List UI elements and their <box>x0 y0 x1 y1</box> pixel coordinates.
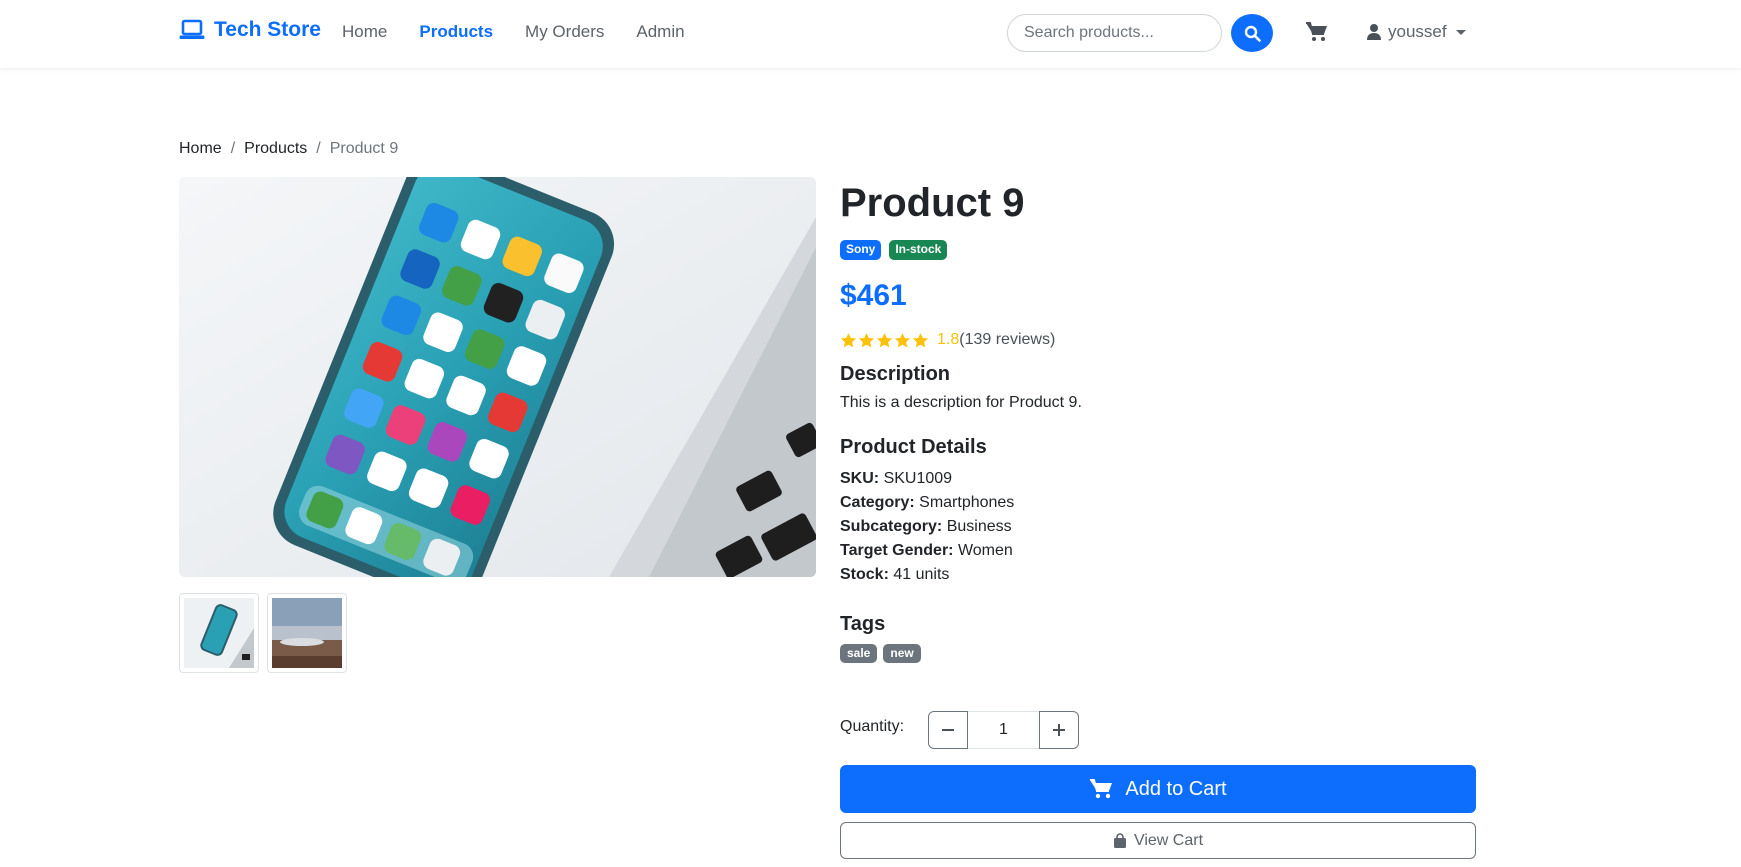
cart-icon <box>1306 22 1327 41</box>
detail-row-category: Category: Smartphones <box>840 491 1476 515</box>
description-heading: Description <box>840 363 951 385</box>
brand-name: Tech Store <box>214 18 321 41</box>
nav-link-my-orders[interactable]: My Orders <box>525 22 604 42</box>
detail-value: Women <box>957 542 1013 559</box>
nav-link-admin[interactable]: Admin <box>636 22 684 42</box>
breadcrumb-separator: / <box>316 140 321 157</box>
detail-value: SKU1009 <box>883 470 953 487</box>
brand-badge: Sony <box>840 240 882 260</box>
nav-cart-button[interactable] <box>1305 20 1329 44</box>
minus-icon <box>942 729 954 731</box>
breadcrumb: Home / Products / Product 9 <box>179 140 398 158</box>
tags-heading: Tags <box>840 613 886 635</box>
breadcrumb-current: Product 9 <box>329 140 399 157</box>
detail-row-target-gender: Target Gender: Women <box>840 539 1476 563</box>
breadcrumb-separator: / <box>230 140 236 157</box>
nav-links: Home Products My Orders Admin <box>342 22 685 42</box>
rating-stars <box>840 332 929 349</box>
smartphone-photo <box>179 177 816 577</box>
details-heading: Product Details <box>840 436 987 458</box>
star-icon <box>876 332 893 347</box>
detail-label: SKU: <box>840 470 880 487</box>
star-icon <box>912 332 929 347</box>
thumbnail-list <box>179 593 347 673</box>
navbar: Tech Store Home Products My Orders Admin… <box>0 0 1741 68</box>
detail-value: Business <box>946 518 1012 535</box>
plus-icon <box>1053 724 1065 736</box>
smartphone-thumbnail-image <box>184 598 254 668</box>
nav-link-home[interactable]: Home <box>342 22 387 42</box>
nav-link-products[interactable]: Products <box>419 22 493 42</box>
star-icon <box>858 332 875 347</box>
detail-label: Subcategory: <box>840 518 943 535</box>
view-cart-button[interactable]: View Cart <box>840 822 1476 859</box>
thumbnail-1[interactable] <box>179 593 259 673</box>
laptop-icon <box>179 19 205 39</box>
search-icon <box>1244 25 1261 42</box>
quantity-stepper <box>928 711 1079 749</box>
cart-icon <box>1090 779 1113 799</box>
badge-group: Sony In-stock <box>840 240 1476 260</box>
view-cart-label: View Cart <box>1133 831 1204 849</box>
detail-row-stock: Stock: 41 units <box>840 563 1476 587</box>
quantity-row: Quantity: <box>840 711 1079 749</box>
add-to-cart-label: Add to Cart <box>1125 777 1227 800</box>
detail-label: Category: <box>840 494 915 511</box>
detail-label: Target Gender: <box>840 542 954 559</box>
detail-row-sku: SKU: SKU1009 <box>840 467 1476 491</box>
detail-row-subcategory: Subcategory: Business <box>840 515 1476 539</box>
description-text: This is a description for Product 9. <box>840 394 1082 411</box>
star-icon <box>894 332 911 347</box>
brand-link[interactable]: Tech Store <box>179 18 321 42</box>
review-count: (139 reviews) <box>959 331 1056 348</box>
thumbnail-2[interactable] <box>267 593 347 673</box>
product-main-image <box>179 177 816 577</box>
detail-value: Smartphones <box>919 494 1015 511</box>
tag-list: sale new <box>840 644 1476 663</box>
detail-label: Stock: <box>840 566 889 583</box>
shopping-bag-icon <box>1113 833 1126 848</box>
breadcrumb-home[interactable]: Home <box>179 140 222 158</box>
rating-row: 1.8 (139 reviews) <box>840 331 1476 349</box>
tag-badge: new <box>883 644 921 663</box>
product-title: Product 9 <box>840 181 1025 225</box>
user-menu-dropdown[interactable]: youssef <box>1367 22 1466 42</box>
breadcrumb-products[interactable]: Products <box>244 140 307 158</box>
add-to-cart-button[interactable]: Add to Cart <box>840 765 1476 813</box>
rating-value: 1.8 <box>937 331 960 348</box>
quantity-input[interactable] <box>968 711 1039 749</box>
caret-down-icon <box>1455 29 1466 35</box>
username: youssef <box>1388 22 1447 41</box>
search-input[interactable] <box>1007 14 1222 52</box>
detail-value: 41 units <box>893 566 950 583</box>
star-icon <box>840 332 857 347</box>
decrease-quantity-button[interactable] <box>928 711 968 749</box>
user-icon <box>1367 24 1381 40</box>
quantity-label: Quantity: <box>840 718 905 735</box>
stock-status-badge: In-stock <box>889 240 948 260</box>
details-list: SKU: SKU1009 Category: Smartphones Subca… <box>840 467 1476 587</box>
product-price: $461 <box>840 279 907 312</box>
increase-quantity-button[interactable] <box>1039 711 1079 749</box>
search-button[interactable] <box>1231 14 1273 52</box>
product-info: Product 9 Sony In-stock $461 1.8 (139 re… <box>840 180 1476 663</box>
landscape-thumbnail-image <box>272 598 342 668</box>
tag-badge: sale <box>840 644 878 663</box>
